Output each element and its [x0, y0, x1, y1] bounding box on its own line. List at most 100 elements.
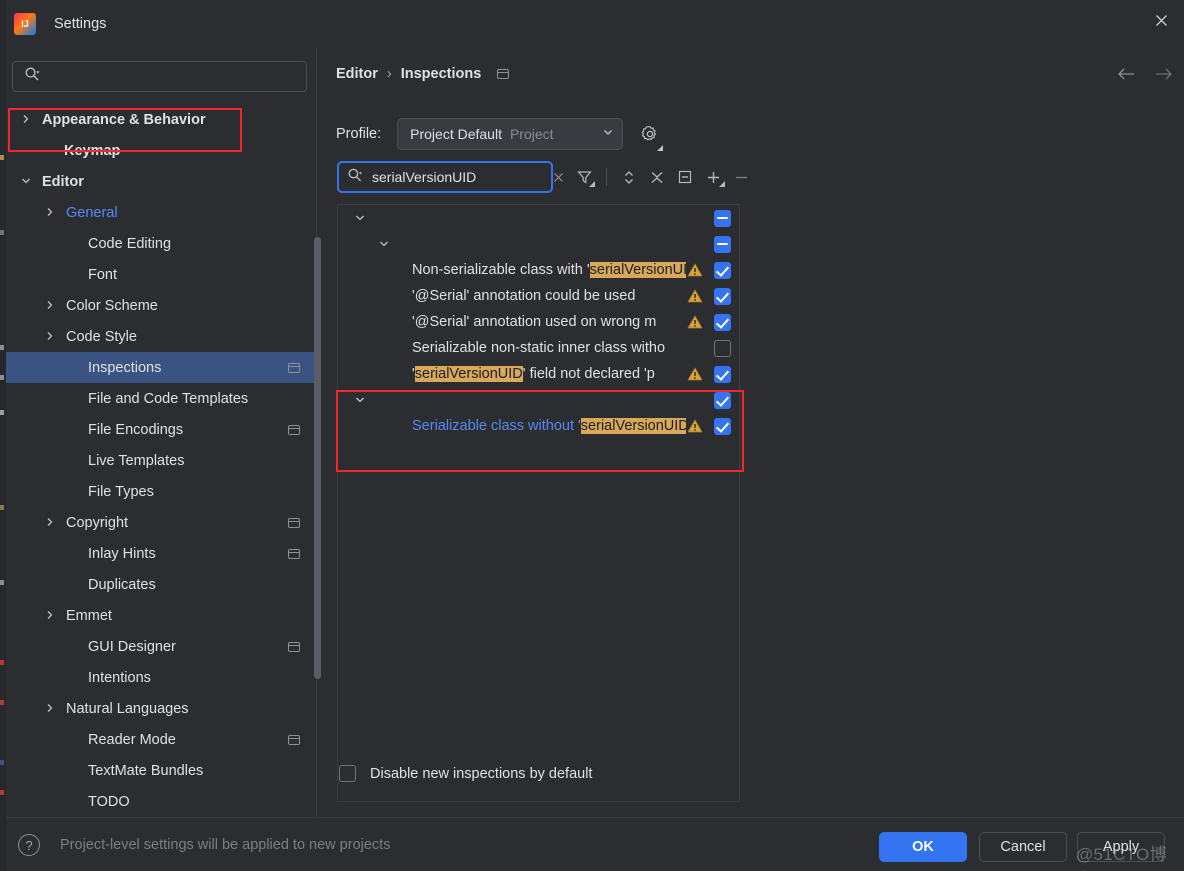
disable-new-inspections-checkbox[interactable]: [339, 765, 356, 782]
intellij-idea-logo-icon: [14, 12, 36, 35]
sidebar-item-reader-mode[interactable]: Reader Mode: [6, 724, 316, 755]
inspection-checkbox[interactable]: [714, 313, 731, 331]
inspection-tree-item[interactable]: [338, 231, 739, 257]
inspection-checkbox[interactable]: [714, 417, 731, 435]
inspection-checkbox[interactable]: [714, 391, 731, 409]
inspection-checkbox[interactable]: [714, 209, 731, 227]
disable-new-inspections-row[interactable]: Disable new inspections by default: [339, 765, 592, 782]
inspection-checkbox[interactable]: [714, 261, 731, 279]
chevron-right-icon[interactable]: [44, 609, 57, 622]
remove-icon[interactable]: [727, 163, 755, 191]
settings-search-input[interactable]: [40, 69, 306, 84]
inspection-checkbox[interactable]: [714, 365, 731, 383]
chevron-right-icon[interactable]: [44, 206, 57, 219]
sidebar-item-editor[interactable]: Editor: [6, 166, 316, 197]
inspection-search-input[interactable]: [363, 169, 553, 185]
chevron-down-icon[interactable]: [378, 238, 390, 250]
filter-icon[interactable]: [570, 163, 598, 191]
gear-icon[interactable]: [639, 123, 664, 151]
apply-button[interactable]: Apply: [1077, 832, 1165, 862]
chevron-right-icon[interactable]: [44, 516, 57, 529]
sidebar-item-color-scheme[interactable]: Color Scheme: [6, 290, 316, 321]
sidebar-item-code-style[interactable]: Code Style: [6, 321, 316, 352]
sidebar-item-file-and-code-templates[interactable]: File and Code Templates: [6, 383, 316, 414]
breadcrumb: Editor › Inspections: [336, 66, 510, 82]
sidebar-item-live-templates[interactable]: Live Templates: [6, 445, 316, 476]
ok-button[interactable]: OK: [879, 832, 967, 862]
sidebar-item-font[interactable]: Font: [6, 259, 316, 290]
profile-select[interactable]: Project Default Project: [397, 118, 624, 150]
inspection-tree-item[interactable]: [338, 387, 739, 413]
sidebar-item-keymap[interactable]: Keymap: [6, 135, 316, 166]
sidebar-item-general[interactable]: General: [6, 197, 316, 228]
sidebar-item-label: Natural Languages: [66, 700, 189, 717]
breadcrumb-parent[interactable]: Editor: [336, 66, 378, 82]
inspection-tree-item[interactable]: Serializable non-static inner class with…: [338, 335, 739, 361]
sidebar-item-copyright[interactable]: Copyright: [6, 507, 316, 538]
sidebar-item-code-editing[interactable]: Code Editing: [6, 228, 316, 259]
sidebar-item-label: Copyright: [66, 514, 129, 531]
sidebar-item-gui-designer[interactable]: GUI Designer: [6, 631, 316, 662]
inspection-search-box[interactable]: [337, 161, 563, 193]
inspection-tree-item[interactable]: Non-serializable class with 'serialVersi…: [338, 257, 739, 283]
sidebar-item-textmate-bundles[interactable]: TextMate Bundles: [6, 755, 316, 786]
close-icon[interactable]: [1138, 0, 1184, 40]
sidebar-item-label: TODO: [88, 793, 130, 810]
inspection-tree-item[interactable]: [338, 205, 739, 231]
chevron-right-icon[interactable]: [20, 113, 33, 126]
arrow-left-icon[interactable]: [1116, 67, 1136, 86]
sidebar-item-inspections[interactable]: Inspections: [6, 352, 316, 383]
sidebar-item-duplicates[interactable]: Duplicates: [6, 569, 316, 600]
add-icon[interactable]: [699, 163, 727, 191]
collapse-all-icon[interactable]: [643, 163, 671, 191]
inspection-checkbox[interactable]: [714, 287, 731, 305]
sidebar-item-file-encodings[interactable]: File Encodings: [6, 414, 316, 445]
chevron-down-icon[interactable]: [354, 212, 366, 224]
inspection-tree-item[interactable]: 'serialVersionUID' field not declared 'p: [338, 361, 739, 387]
inspection-tree-item[interactable]: '@Serial' annotation used on wrong m: [338, 309, 739, 335]
inspection-checkbox[interactable]: [714, 339, 731, 357]
sidebar-item-appearance-behavior[interactable]: Appearance & Behavior: [6, 104, 316, 135]
sidebar-item-label: File Types: [88, 483, 154, 500]
expand-all-icon[interactable]: [671, 163, 699, 191]
inspection-tree-item[interactable]: '@Serial' annotation could be used: [338, 283, 739, 309]
cancel-button[interactable]: Cancel: [979, 832, 1067, 862]
sidebar-item-label: General: [66, 204, 118, 221]
sidebar-item-file-types[interactable]: File Types: [6, 476, 316, 507]
settings-category-tree[interactable]: Appearance & Behavior Keymap Editor General…: [6, 104, 316, 817]
sidebar-item-emmet[interactable]: Emmet: [6, 600, 316, 631]
chevron-right-icon[interactable]: [44, 299, 57, 312]
title-bar: Settings: [0, 0, 1184, 47]
warning-icon: [687, 262, 703, 278]
search-match-highlight: serialVersionUID: [414, 366, 523, 382]
sidebar-item-label: Inspections: [88, 359, 162, 376]
inspection-checkbox[interactable]: [714, 235, 731, 253]
chevron-right-icon[interactable]: [44, 330, 57, 343]
sidebar-item-label: Color Scheme: [66, 297, 158, 314]
sidebar-item-natural-languages[interactable]: Natural Languages: [6, 693, 316, 724]
project-scope-badge-icon: [288, 734, 300, 745]
close-icon[interactable]: [553, 166, 564, 188]
inspection-tree[interactable]: Non-serializable class with 'serialVersi…: [337, 204, 740, 802]
sort-order-icon[interactable]: [615, 163, 643, 191]
chevron-right-icon[interactable]: [44, 702, 57, 715]
sidebar-item-label: GUI Designer: [88, 638, 176, 655]
help-icon[interactable]: ?: [18, 834, 40, 856]
warning-icon: [687, 418, 703, 434]
chevron-down-icon[interactable]: [20, 175, 33, 188]
inspection-tree-item-label: Non-serializable class with 'serialVersi…: [412, 262, 686, 278]
sidebar-item-todo[interactable]: TODO: [6, 786, 316, 817]
search-match-highlight: serialVersionUID: [580, 418, 686, 434]
sidebar-item-inlay-hints[interactable]: Inlay Hints: [6, 538, 316, 569]
inspection-tree-item[interactable]: Serializable class without 'serialVersio…: [338, 413, 739, 439]
arrow-right-icon[interactable]: [1154, 67, 1174, 86]
settings-search-box[interactable]: [12, 61, 307, 92]
warning-icon: [687, 366, 703, 382]
footer-note: Project-level settings will be applied t…: [60, 837, 391, 853]
chevron-down-icon[interactable]: [354, 394, 366, 406]
sidebar-scrollbar[interactable]: [314, 237, 321, 679]
breadcrumb-separator: ›: [386, 66, 392, 82]
sidebar-item-intentions[interactable]: Intentions: [6, 662, 316, 693]
